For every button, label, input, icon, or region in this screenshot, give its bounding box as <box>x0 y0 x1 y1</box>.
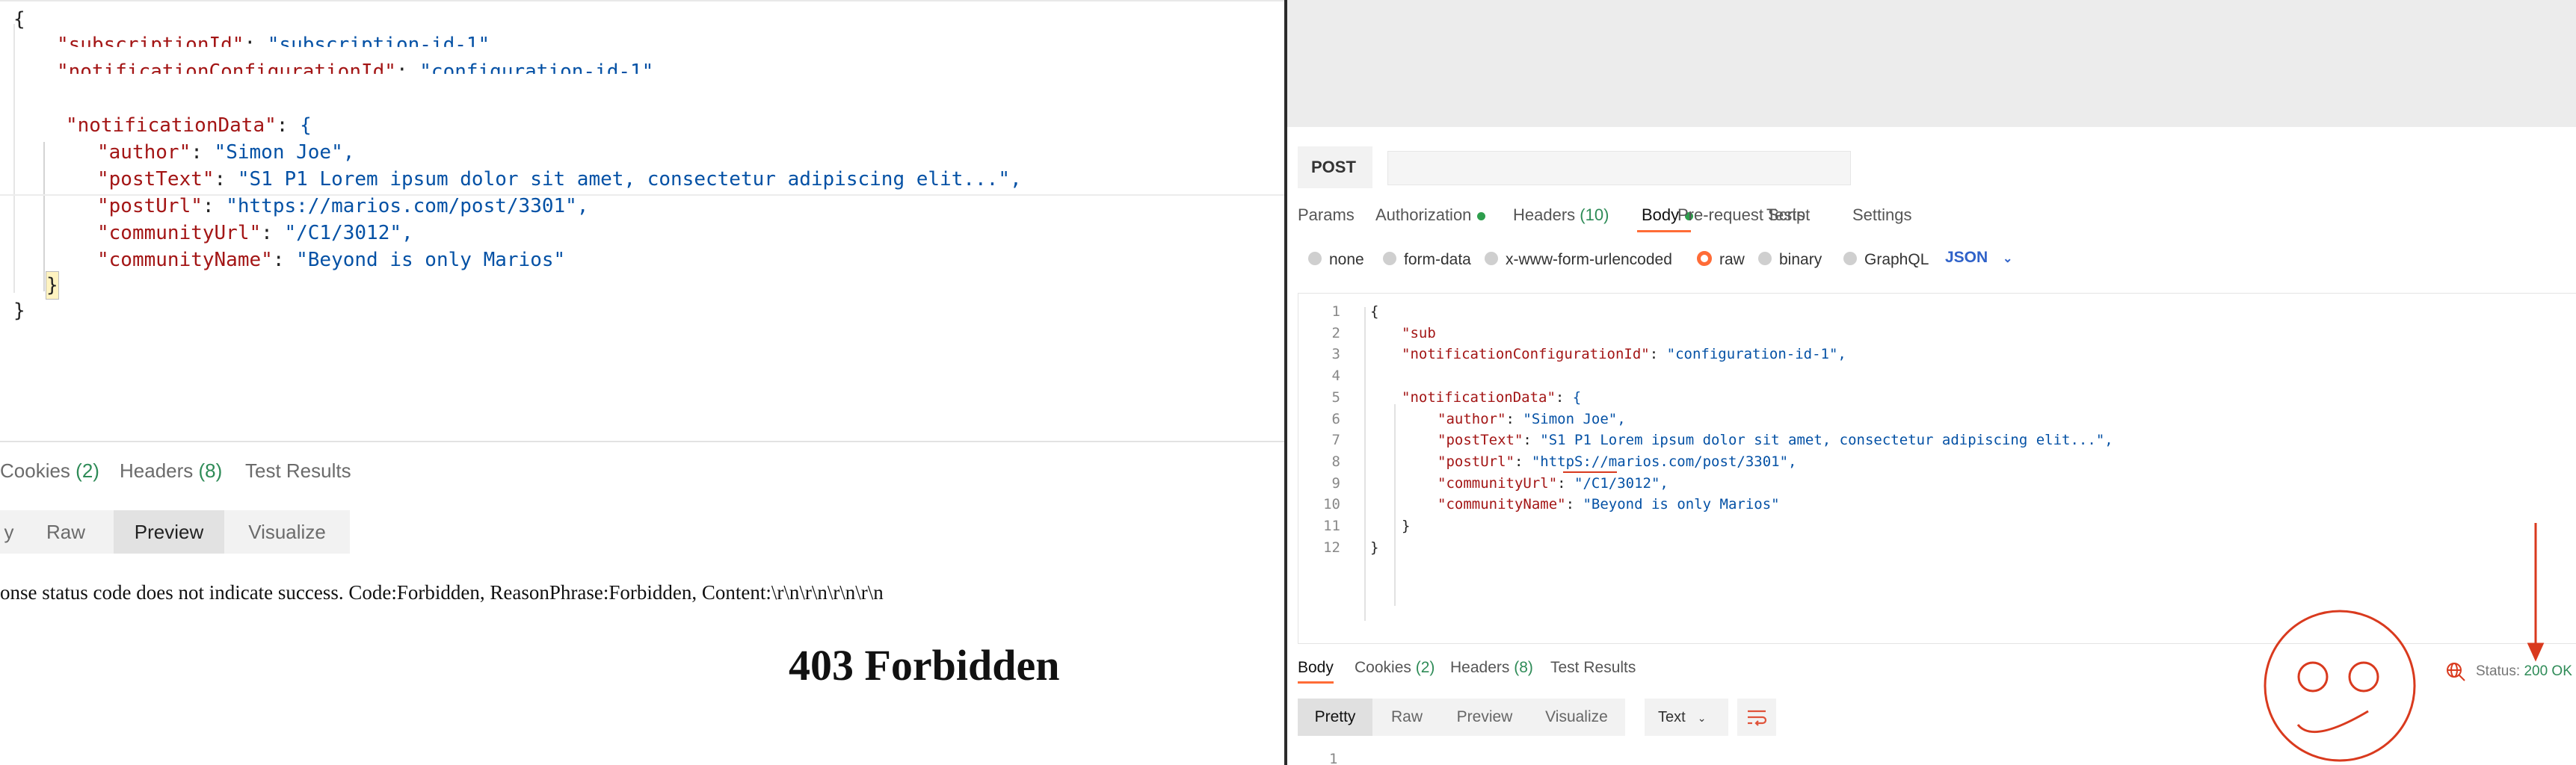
left-view-raw[interactable]: Raw <box>18 510 114 554</box>
annotation-layer <box>2264 523 2545 762</box>
postman-request-pane: POST Params Authorization Headers (10) Body… <box>1284 0 2576 765</box>
left-tab-cookies[interactable]: Cookies (2) <box>0 459 99 483</box>
code-line: "communityUrl": "/C1/3012", <box>97 222 413 244</box>
left-view-preview[interactable]: Preview <box>114 510 224 554</box>
pane-divider <box>0 441 1284 442</box>
code-line: "postUrl": "https://marios.com/post/3301… <box>97 195 589 217</box>
code-line: "postText": "S1 P1 Lorem ipsum dolor sit… <box>97 168 1022 191</box>
code-line: "notificationConfigurationId": "configur… <box>57 61 665 83</box>
code-line: "author": "Simon Joe", <box>97 141 355 164</box>
left-open-brace: { <box>13 8 25 31</box>
left-close-outer-brace: } <box>13 300 25 322</box>
left-view-pretty[interactable]: y <box>0 510 18 554</box>
indent-guide <box>43 142 45 291</box>
left-tab-headers[interactable]: Headers (8) <box>120 459 222 483</box>
current-line-highlight <box>0 194 1284 196</box>
left-tab-test-results[interactable]: Test Results <box>245 459 351 483</box>
error-message: onse status code does not indicate succe… <box>0 581 884 604</box>
left-view-visualize[interactable]: Visualize <box>224 510 350 554</box>
left-response-pane: { "subscriptionId": "subscription-id-1",… <box>0 0 1284 765</box>
smiley-face-annotation <box>2264 610 2416 762</box>
left-close-inner-brace: } <box>46 271 59 300</box>
code-line: "communityName": "Beyond is only Marios" <box>97 249 566 271</box>
forbidden-heading: 403 Forbidden <box>789 641 1060 690</box>
left-json-view: { "subscriptionId": "subscription-id-1",… <box>0 0 1284 442</box>
indent-guide <box>13 24 15 293</box>
code-line: "subscriptionId": "subscription-id-1", <box>57 34 502 56</box>
arrow-annotation <box>2527 523 2545 662</box>
code-line: "notificationData": { <box>66 114 312 137</box>
